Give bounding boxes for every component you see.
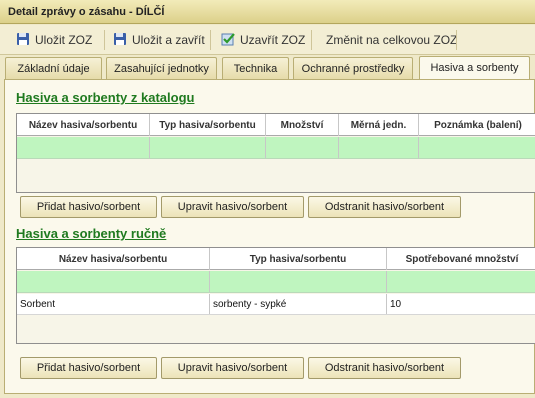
table-cell[interactable] (210, 271, 387, 292)
save-and-close-button[interactable]: Uložit a zavřít (113, 29, 205, 51)
catalog-grid: Název hasiva/sorbentu Typ hasiva/sorbent… (16, 113, 535, 193)
column-header[interactable]: Název hasiva/sorbentu (17, 114, 150, 136)
column-header[interactable]: Poznámka (balení) (419, 114, 535, 136)
manual-grid-header: Název hasiva/sorbentu Typ hasiva/sorbent… (17, 248, 535, 270)
floppy-disk-icon (113, 32, 127, 49)
tab-basic-info[interactable]: Základní údaje (5, 57, 102, 79)
tab-extinguishers-sorbents[interactable]: Hasiva a sorbenty (419, 56, 530, 79)
column-header[interactable]: Typ hasiva/sorbentu (210, 248, 387, 270)
save-label: Uložit ZOZ (35, 33, 93, 47)
table-cell[interactable] (17, 271, 210, 292)
close-zoz-label: Uzavřít ZOZ (240, 33, 306, 47)
toolbar-separator (210, 30, 211, 50)
table-cell[interactable] (419, 137, 535, 158)
catalog-new-row[interactable] (17, 137, 535, 159)
toolbar-separator (311, 30, 312, 50)
table-cell[interactable] (266, 137, 339, 158)
remove-manual-item-button[interactable]: Odstranit hasivo/sorbent (308, 357, 461, 379)
add-manual-item-button[interactable]: Přidat hasivo/sorbent (20, 357, 157, 379)
remove-catalog-item-button[interactable]: Odstranit hasivo/sorbent (308, 196, 461, 218)
tab-responding-units[interactable]: Zasahující jednotky (106, 57, 217, 79)
column-header[interactable]: Množství (266, 114, 339, 136)
close-zoz-button[interactable]: Uzavřít ZOZ (221, 29, 305, 51)
table-cell-name[interactable]: Sorbent (17, 294, 210, 314)
table-cell-type[interactable]: sorbenty - sypké (210, 294, 387, 314)
column-header[interactable]: Spotřebované množství (387, 248, 535, 270)
catalog-section-title: Hasiva a sorbenty z katalogu (16, 90, 195, 105)
manual-section-title: Hasiva a sorbenty ručně (16, 226, 167, 241)
tab-panel: Hasiva a sorbenty z katalogu Název hasiv… (4, 79, 535, 394)
change-to-full-zoz-button[interactable]: Změnit na celkovou ZOZ (326, 29, 457, 51)
edit-catalog-item-button[interactable]: Upravit hasivo/sorbent (161, 196, 304, 218)
checkmark-icon (221, 32, 235, 49)
window-title: Detail zprávy o zásahu - DÍLČÍ (0, 0, 535, 24)
save-button[interactable]: Uložit ZOZ (16, 29, 92, 51)
tab-equipment[interactable]: Technika (222, 57, 289, 79)
toolbar-separator (456, 30, 457, 50)
column-header[interactable]: Typ hasiva/sorbentu (150, 114, 266, 136)
table-cell[interactable] (17, 137, 150, 158)
catalog-grid-header: Název hasiva/sorbentu Typ hasiva/sorbent… (17, 114, 535, 136)
table-cell[interactable] (339, 137, 419, 158)
toolbar: Uložit ZOZ Uložit a zavřít Uzavřít ZOZ Z… (0, 25, 535, 55)
toolbar-separator (104, 30, 105, 50)
tab-bar: Základní údaje Zasahující jednotky Techn… (0, 56, 535, 79)
column-header[interactable]: Měrná jedn. (339, 114, 419, 136)
add-catalog-item-button[interactable]: Přidat hasivo/sorbent (20, 196, 157, 218)
save-and-close-label: Uložit a zavřít (132, 33, 205, 47)
floppy-disk-icon (16, 32, 30, 49)
table-row[interactable]: Sorbent sorbenty - sypké 10 (17, 294, 535, 315)
manual-new-row[interactable] (17, 271, 535, 293)
table-cell[interactable] (150, 137, 266, 158)
table-cell[interactable] (387, 271, 535, 292)
column-header[interactable]: Název hasiva/sorbentu (17, 248, 210, 270)
tab-protective-equipment[interactable]: Ochranné prostředky (293, 57, 413, 79)
table-cell-amount[interactable]: 10 (387, 294, 535, 314)
edit-manual-item-button[interactable]: Upravit hasivo/sorbent (161, 357, 304, 379)
change-to-full-zoz-label: Změnit na celkovou ZOZ (326, 33, 458, 47)
manual-grid: Název hasiva/sorbentu Typ hasiva/sorbent… (16, 247, 535, 344)
